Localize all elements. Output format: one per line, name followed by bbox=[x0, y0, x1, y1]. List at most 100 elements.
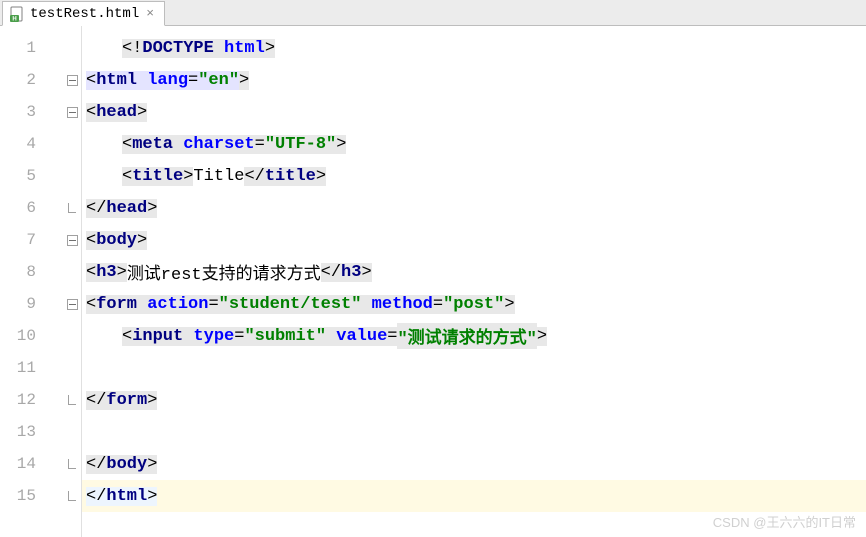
gutter: 123456789101112131415 bbox=[0, 26, 82, 537]
tab-close-icon[interactable]: × bbox=[144, 7, 156, 20]
code-token: = bbox=[208, 295, 218, 314]
fold-strip bbox=[40, 235, 80, 246]
code-token: < bbox=[122, 135, 132, 154]
code-line[interactable]: </body> bbox=[82, 448, 866, 480]
code-token: form bbox=[106, 391, 147, 410]
fold-strip bbox=[40, 203, 80, 213]
code-token: method bbox=[372, 295, 433, 314]
code-token: > bbox=[336, 135, 346, 154]
fold-collapse-icon[interactable] bbox=[67, 299, 78, 310]
tab-bar: H testRest.html × bbox=[0, 0, 866, 26]
code-token: "测试请求的方式" bbox=[397, 323, 536, 349]
code-token: head bbox=[106, 199, 147, 218]
code-token: > bbox=[117, 263, 127, 282]
gutter-row: 11 bbox=[0, 352, 81, 384]
code-token: lang bbox=[147, 71, 188, 90]
code-token: head bbox=[96, 103, 137, 122]
line-number: 15 bbox=[0, 487, 40, 505]
code-line[interactable]: <h3>测试rest支持的请求方式</h3> bbox=[82, 256, 866, 288]
code-token: > bbox=[137, 103, 147, 122]
code-line[interactable]: <input type="submit" value="测试请求的方式"> bbox=[82, 320, 866, 352]
code-line[interactable]: <body> bbox=[82, 224, 866, 256]
code-line[interactable]: <meta charset="UTF-8"> bbox=[82, 128, 866, 160]
code-token: body bbox=[96, 231, 137, 250]
code-line[interactable]: <title>Title</title> bbox=[82, 160, 866, 192]
code-token: h3 bbox=[341, 263, 361, 282]
line-number: 5 bbox=[0, 167, 40, 185]
tab-filename: testRest.html bbox=[30, 6, 139, 22]
code-token: = bbox=[255, 135, 265, 154]
fold-collapse-icon[interactable] bbox=[67, 75, 78, 86]
code-token: html bbox=[106, 487, 147, 506]
line-number: 9 bbox=[0, 295, 40, 313]
code-token: input bbox=[132, 327, 193, 346]
gutter-row: 15 bbox=[0, 480, 81, 512]
fold-strip bbox=[40, 491, 80, 501]
code-token: > bbox=[504, 295, 514, 314]
code-token: > bbox=[265, 39, 275, 58]
fold-collapse-icon[interactable] bbox=[67, 235, 78, 246]
fold-strip bbox=[40, 75, 80, 86]
gutter-row: 5 bbox=[0, 160, 81, 192]
code-token: = bbox=[188, 71, 198, 90]
code-token: < bbox=[86, 295, 96, 314]
code-line[interactable]: <head> bbox=[82, 96, 866, 128]
code-token: charset bbox=[183, 135, 254, 154]
code-token: title bbox=[265, 167, 316, 186]
code-token: </ bbox=[86, 455, 106, 474]
code-token: < bbox=[86, 263, 96, 282]
line-number: 11 bbox=[0, 359, 40, 377]
fold-end-icon bbox=[68, 203, 76, 213]
code-token: > bbox=[147, 487, 157, 506]
tab-testrest[interactable]: H testRest.html × bbox=[2, 1, 165, 26]
code-token: > bbox=[316, 167, 326, 186]
code-token: = bbox=[387, 327, 397, 346]
fold-end-icon bbox=[68, 395, 76, 405]
code-token: = bbox=[433, 295, 443, 314]
fold-collapse-icon[interactable] bbox=[67, 107, 78, 118]
code-token: body bbox=[106, 455, 147, 474]
fold-strip bbox=[40, 107, 80, 118]
code-line[interactable] bbox=[82, 416, 866, 448]
code-token: < bbox=[86, 71, 96, 90]
code-line[interactable]: </head> bbox=[82, 192, 866, 224]
code-token: "en" bbox=[198, 71, 239, 90]
gutter-row: 1 bbox=[0, 32, 81, 64]
code-token: </ bbox=[86, 487, 106, 506]
code-token: > bbox=[239, 71, 249, 90]
code-token: > bbox=[137, 231, 147, 250]
line-number: 6 bbox=[0, 199, 40, 217]
code-token: form bbox=[96, 295, 147, 314]
line-number: 10 bbox=[0, 327, 40, 345]
line-number: 3 bbox=[0, 103, 40, 121]
code-token: > bbox=[183, 167, 193, 186]
code-line[interactable]: <form action="student/test" method="post… bbox=[82, 288, 866, 320]
gutter-row: 7 bbox=[0, 224, 81, 256]
html-file-icon: H bbox=[9, 6, 25, 22]
gutter-row: 10 bbox=[0, 320, 81, 352]
code-line[interactable]: <!DOCTYPE html> bbox=[82, 32, 866, 64]
gutter-row: 6 bbox=[0, 192, 81, 224]
code-token: </ bbox=[244, 167, 264, 186]
code-line[interactable]: <html lang="en"> bbox=[82, 64, 866, 96]
fold-end-icon bbox=[68, 491, 76, 501]
code-line[interactable]: </form> bbox=[82, 384, 866, 416]
line-number: 1 bbox=[0, 39, 40, 57]
code-token bbox=[326, 327, 336, 346]
code-token: > bbox=[537, 327, 547, 346]
code-line[interactable]: </html> bbox=[82, 480, 866, 512]
code-token: </ bbox=[321, 263, 341, 282]
code-area[interactable]: <!DOCTYPE html><html lang="en"><head><me… bbox=[82, 26, 866, 537]
gutter-row: 3 bbox=[0, 96, 81, 128]
gutter-row: 14 bbox=[0, 448, 81, 480]
line-number: 13 bbox=[0, 423, 40, 441]
gutter-row: 12 bbox=[0, 384, 81, 416]
fold-end-icon bbox=[68, 459, 76, 469]
code-token: > bbox=[147, 391, 157, 410]
line-number: 7 bbox=[0, 231, 40, 249]
code-token: Title bbox=[193, 167, 244, 186]
code-token: 测试rest支持的请求方式 bbox=[127, 259, 321, 285]
line-number: 14 bbox=[0, 455, 40, 473]
code-line[interactable] bbox=[82, 352, 866, 384]
code-token: < bbox=[122, 167, 132, 186]
